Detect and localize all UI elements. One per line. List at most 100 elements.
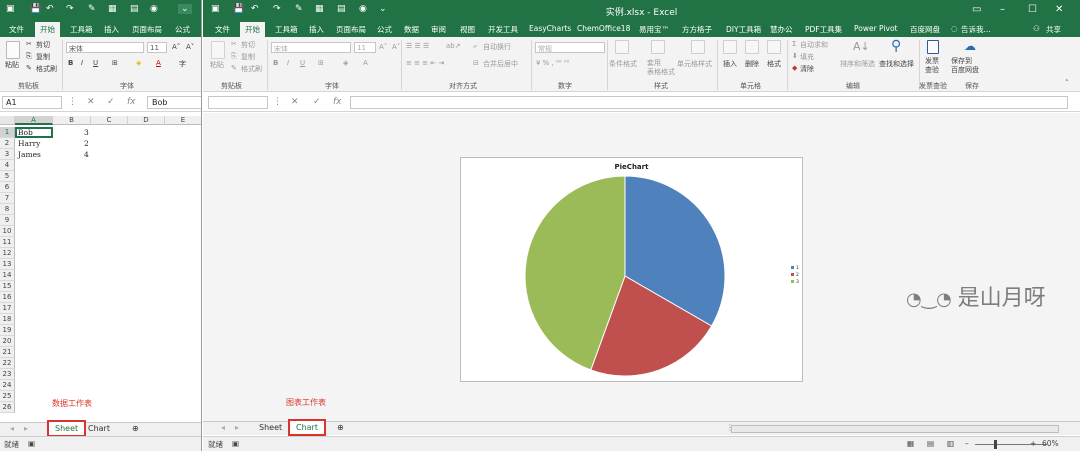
tab-baidu[interactable]: 百度网盘 <box>910 24 940 35</box>
cell-b1[interactable]: 3 <box>84 128 89 139</box>
number-format-select[interactable]: 常规 <box>535 42 605 53</box>
scissors-icon[interactable]: ✂ <box>26 40 32 48</box>
row-header[interactable]: 2 <box>0 138 15 149</box>
find-select-label[interactable]: 查找和选择 <box>879 59 914 69</box>
merge-icon[interactable]: ⊟ <box>473 59 479 67</box>
row-header[interactable]: 13 <box>0 259 15 270</box>
tab-file[interactable]: 文件 <box>9 24 24 35</box>
tab-easyuse[interactable]: 易用宝™ <box>639 24 669 35</box>
row-header[interactable]: 3 <box>0 149 15 160</box>
sheet-tab-chart[interactable]: Chart <box>288 419 326 436</box>
tab-formula[interactable]: 公式 <box>377 24 392 35</box>
row-header[interactable]: 20 <box>0 336 15 347</box>
zoom-out-icon[interactable]: – <box>965 439 969 448</box>
number-format-icons[interactable]: ¥ % , ⁰⁰ ⁰⁰ <box>536 59 569 67</box>
fill-color-icon[interactable]: ◈ <box>136 59 141 67</box>
formula-bar-menu-icon[interactable]: ⋮ <box>68 97 77 107</box>
normal-view-icon[interactable]: ▦ <box>907 439 914 448</box>
tab-review[interactable]: 审阅 <box>431 24 446 35</box>
undo-icon[interactable]: ↶ <box>46 4 54 14</box>
underline-button[interactable]: U <box>300 59 305 67</box>
clear-label[interactable]: 清除 <box>800 64 814 74</box>
tab-formula[interactable]: 公式 <box>175 24 190 35</box>
function-icon[interactable]: fx <box>127 97 136 107</box>
font-name-select[interactable]: 宋体 <box>66 42 144 53</box>
align-icons[interactable]: ≡ ≡ ≡ ⇤ ⇥ <box>406 59 444 67</box>
copy-icon[interactable]: ⎘ <box>231 52 237 61</box>
formula-input[interactable] <box>350 96 1068 109</box>
row-header[interactable]: 23 <box>0 369 15 380</box>
formula-input[interactable]: Bob <box>147 96 201 109</box>
cell-b3[interactable]: 4 <box>84 150 89 161</box>
copy-label[interactable]: 复制 <box>36 52 50 62</box>
bold-button[interactable]: B <box>273 59 278 67</box>
legend-item-1[interactable]: 1 <box>791 266 799 273</box>
minimize-icon[interactable]: – <box>1000 4 1005 15</box>
bold-button[interactable]: B <box>68 59 73 67</box>
sheet-tab-sheet[interactable]: Sheet <box>47 420 87 437</box>
column-header-b[interactable]: B <box>53 116 91 125</box>
row-header[interactable]: 9 <box>0 215 15 226</box>
row-header[interactable]: 7 <box>0 193 15 204</box>
row-header[interactable]: 26 <box>0 402 15 413</box>
cell-a2[interactable]: Harry <box>18 139 40 150</box>
tab-developer[interactable]: 开发工具 <box>488 24 518 35</box>
row-header[interactable]: 8 <box>0 204 15 215</box>
row-header[interactable]: 5 <box>0 171 15 182</box>
save-icon[interactable]: 💾 <box>30 4 41 14</box>
wrap-text-label[interactable]: 自动换行 <box>483 42 511 52</box>
scissors-icon[interactable]: ✂ <box>231 40 237 48</box>
tab-toolbox[interactable]: 工具箱 <box>70 24 93 35</box>
insert-cells-icon[interactable] <box>723 40 737 54</box>
fill-icon[interactable]: ⬇ <box>792 52 798 60</box>
row-header[interactable]: 11 <box>0 237 15 248</box>
tab-file[interactable]: 文件 <box>215 24 230 35</box>
row-header[interactable]: 17 <box>0 303 15 314</box>
shrink-font-icon[interactable]: A˅ <box>186 43 194 51</box>
delete-cells-label[interactable]: 删除 <box>745 59 759 69</box>
cell-a3[interactable]: James <box>18 150 41 161</box>
row-header[interactable]: 6 <box>0 182 15 193</box>
row-header[interactable]: 15 <box>0 281 15 292</box>
left-sheet-grid[interactable]: A B C D E 1 2 3 4 5 6 7 8 9 10 11 12 13 14 15 16 17 18 19 2… <box>0 116 201 422</box>
save-baidu-label[interactable]: 保存到 百度网盘 <box>951 57 979 75</box>
find-icon[interactable]: ⚲ <box>891 38 901 54</box>
row-header[interactable]: 18 <box>0 314 15 325</box>
enter-icon[interactable]: ✓ <box>313 97 321 107</box>
camera-icon[interactable]: ◉ <box>150 4 158 14</box>
cancel-icon[interactable]: ✕ <box>291 97 299 107</box>
row-header[interactable]: 16 <box>0 292 15 303</box>
sheet-tab-sheet[interactable]: Sheet <box>253 422 288 435</box>
ribbon-display-icon[interactable]: ▭ <box>972 4 981 15</box>
cell-b2[interactable]: 2 <box>84 139 89 150</box>
sort-filter-icon[interactable]: A↓ <box>853 40 870 53</box>
cancel-icon[interactable]: ✕ <box>87 97 95 107</box>
table-format-icon[interactable] <box>651 40 665 54</box>
border-icon[interactable]: ⊞ <box>318 59 324 67</box>
tab-toolbox[interactable]: 工具箱 <box>275 24 298 35</box>
pie-chart-svg[interactable] <box>461 158 804 383</box>
row-header[interactable]: 12 <box>0 248 15 259</box>
macro-record-icon[interactable]: ▣ <box>232 439 239 448</box>
tab-home[interactable]: 开始 <box>240 22 265 37</box>
font-color-icon[interactable]: A <box>156 59 161 67</box>
row-header[interactable]: 21 <box>0 347 15 358</box>
row-header[interactable]: 10 <box>0 226 15 237</box>
name-box[interactable]: A1 <box>2 96 62 109</box>
tab-data[interactable]: 数据 <box>404 24 419 35</box>
enter-icon[interactable]: ✓ <box>107 97 115 107</box>
baidu-cloud-icon[interactable]: ☁ <box>964 39 976 53</box>
row-header[interactable]: 24 <box>0 380 15 391</box>
copy-icon[interactable]: ⎘ <box>26 52 32 61</box>
horizontal-scrollbar[interactable] <box>731 425 1059 433</box>
tab-office[interactable]: 慧办公 <box>770 24 793 35</box>
phonetic-button[interactable]: 字 <box>179 59 186 69</box>
macro-record-icon[interactable]: ▣ <box>28 439 35 448</box>
format-cells-label[interactable]: 格式 <box>767 59 781 69</box>
customize-quick-access-icon[interactable]: ⌄ <box>178 4 192 14</box>
scroll-right-icon[interactable]: ▸ <box>229 422 245 435</box>
format-painter-icon[interactable]: ✎ <box>88 4 96 14</box>
row-header[interactable]: 14 <box>0 270 15 281</box>
paste-icon[interactable] <box>6 41 20 59</box>
format-painter-label[interactable]: 格式刷 <box>241 64 262 74</box>
